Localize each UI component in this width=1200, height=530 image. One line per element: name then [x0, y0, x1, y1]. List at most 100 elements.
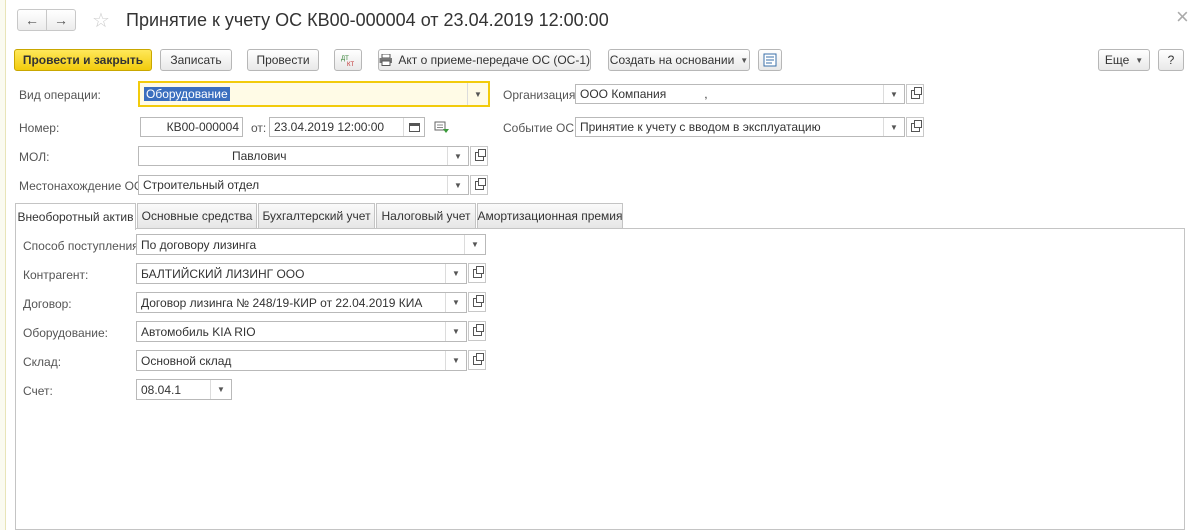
contract-field[interactable]: Договор лизинга № 248/19-КИР от 22.04.20… [136, 292, 467, 313]
contract-label: Договор: [23, 297, 72, 311]
mol-field[interactable]: Павлович ▼ [138, 146, 469, 166]
open-event-button[interactable] [906, 117, 924, 137]
tab-accounting[interactable]: Бухгалтерский учет [258, 203, 375, 228]
act-os1-button[interactable]: Акт о приеме-передаче ОС (ОС-1) [378, 49, 591, 71]
receipt-method-field[interactable]: По договору лизинга ▼ [136, 234, 486, 255]
location-label: Местонахождение ОС: [19, 179, 146, 193]
open-window-icon [472, 265, 484, 278]
tab-noncurrent-asset[interactable]: Внеоборотный актив [15, 203, 136, 230]
document-structure-icon [763, 53, 777, 67]
counterparty-label: Контрагент: [23, 268, 89, 282]
forward-button[interactable]: → [46, 10, 75, 30]
chevron-down-icon: ▼ [1135, 55, 1144, 65]
create-based-button[interactable]: Создать на основании ▼ [608, 49, 750, 71]
counterparty-value: БАЛТИЙСКИЙ ЛИЗИНГ ООО [141, 266, 305, 281]
open-location-button[interactable] [470, 175, 488, 195]
number-field[interactable]: КВ00-000004 [140, 117, 243, 137]
mol-value: Павлович [232, 149, 287, 163]
save-button[interactable]: Записать [160, 49, 232, 71]
tab-fixed-assets[interactable]: Основные средства [137, 203, 257, 228]
date-from-label: от: [251, 121, 267, 135]
more-button[interactable]: Еще ▼ [1098, 49, 1150, 71]
event-value: Принятие к учету с вводом в эксплуатацию [580, 120, 821, 134]
location-value: Строительный отдел [143, 178, 260, 192]
dropdown-icon[interactable]: ▼ [210, 380, 231, 399]
arrow-right-icon: → [54, 12, 68, 28]
back-button[interactable]: ← [18, 10, 46, 30]
open-warehouse-button[interactable] [468, 350, 486, 370]
number-label: Номер: [19, 121, 60, 135]
account-field[interactable]: 08.04.1 ▼ [136, 379, 232, 400]
open-equipment-button[interactable] [468, 321, 486, 341]
dropdown-icon[interactable]: ▼ [445, 351, 466, 370]
open-window-icon [472, 323, 484, 336]
dropdown-icon[interactable]: ▼ [447, 176, 468, 194]
act-os1-label: Акт о приеме-передаче ОС (ОС-1) [398, 53, 590, 67]
open-organization-button[interactable] [906, 84, 924, 104]
dt-kt-icon: ДТ КТ [341, 56, 354, 67]
close-icon[interactable]: × [1176, 4, 1189, 30]
open-window-icon [472, 352, 484, 365]
organization-value: ООО Компания [580, 87, 667, 101]
receipt-method-value: По договору лизинга [141, 237, 257, 252]
create-based-label: Создать на основании [609, 53, 735, 67]
operation-type-field[interactable]: Оборудование ▼ [138, 81, 490, 107]
warehouse-label: Склад: [23, 355, 62, 369]
nav-buttons: ← → [17, 9, 76, 31]
more-label: Еще [1104, 53, 1130, 67]
structure-button[interactable] [758, 49, 782, 71]
post-and-close-button[interactable]: Провести и закрыть [14, 49, 152, 71]
dropdown-icon[interactable]: ▼ [445, 264, 466, 283]
svg-text:КТ: КТ [347, 62, 354, 67]
equipment-value: Автомобиль KIA RIO [141, 324, 256, 339]
open-window-icon [472, 294, 484, 307]
location-field[interactable]: Строительный отдел ▼ [138, 175, 469, 195]
post-button[interactable]: Провести [247, 49, 319, 71]
open-mol-button[interactable] [470, 146, 488, 166]
calendar-button[interactable] [403, 118, 424, 136]
counterparty-field[interactable]: БАЛТИЙСКИЙ ЛИЗИНГ ООО ▼ [136, 263, 467, 284]
printer-icon [379, 54, 393, 66]
operation-type-value: Оборудование [144, 87, 230, 101]
operation-type-label: Вид операции: [19, 88, 101, 102]
number-value: КВ00-000004 [166, 120, 239, 134]
arrow-left-icon: ← [25, 12, 39, 28]
open-window-icon [474, 148, 486, 161]
date-value: 23.04.2019 12:00:00 [274, 120, 385, 134]
event-field[interactable]: Принятие к учету с вводом в эксплуатацию… [575, 117, 905, 137]
dropdown-icon[interactable]: ▼ [883, 118, 904, 136]
warehouse-field[interactable]: Основной склад ▼ [136, 350, 467, 371]
dropdown-icon[interactable]: ▼ [445, 293, 466, 312]
organization-field[interactable]: ООО Компания, ▼ [575, 84, 905, 104]
date-field[interactable]: 23.04.2019 12:00:00 [269, 117, 425, 137]
account-value: 08.04.1 [141, 382, 182, 397]
dt-kt-button[interactable]: ДТ КТ [334, 49, 362, 71]
equipment-field[interactable]: Автомобиль KIA RIO ▼ [136, 321, 467, 342]
dropdown-icon[interactable]: ▼ [883, 85, 904, 103]
organization-label: Организация: [503, 88, 579, 102]
page-title: Принятие к учету ОС КВ00-000004 от 23.04… [126, 10, 609, 30]
chevron-down-icon: ▼ [740, 55, 749, 65]
open-window-icon [474, 177, 486, 190]
equipment-label: Оборудование: [23, 326, 108, 340]
tab-depreciation-bonus[interactable]: Амортизационная премия [477, 203, 623, 228]
event-label: Событие ОС: [503, 121, 578, 135]
window-left-edge [0, 0, 6, 530]
dropdown-icon[interactable]: ▼ [445, 322, 466, 341]
tab-tax-accounting[interactable]: Налоговый учет [376, 203, 476, 228]
help-button[interactable]: ? [1158, 49, 1184, 71]
number-settings-button[interactable] [434, 120, 450, 137]
numbering-icon [434, 121, 449, 133]
open-contract-button[interactable] [468, 292, 486, 312]
dropdown-icon[interactable]: ▼ [464, 235, 485, 254]
account-label: Счет: [23, 384, 53, 398]
organization-suffix: , [704, 87, 708, 101]
open-counterparty-button[interactable] [468, 263, 486, 283]
dropdown-icon[interactable]: ▼ [467, 83, 488, 105]
dropdown-icon[interactable]: ▼ [447, 147, 468, 165]
open-window-icon [910, 86, 922, 99]
warehouse-value: Основной склад [141, 353, 232, 368]
calendar-icon [408, 123, 420, 132]
favorite-star-icon[interactable]: ☆ [92, 8, 110, 33]
contract-value: Договор лизинга № 248/19-КИР от 22.04.20… [141, 295, 423, 310]
